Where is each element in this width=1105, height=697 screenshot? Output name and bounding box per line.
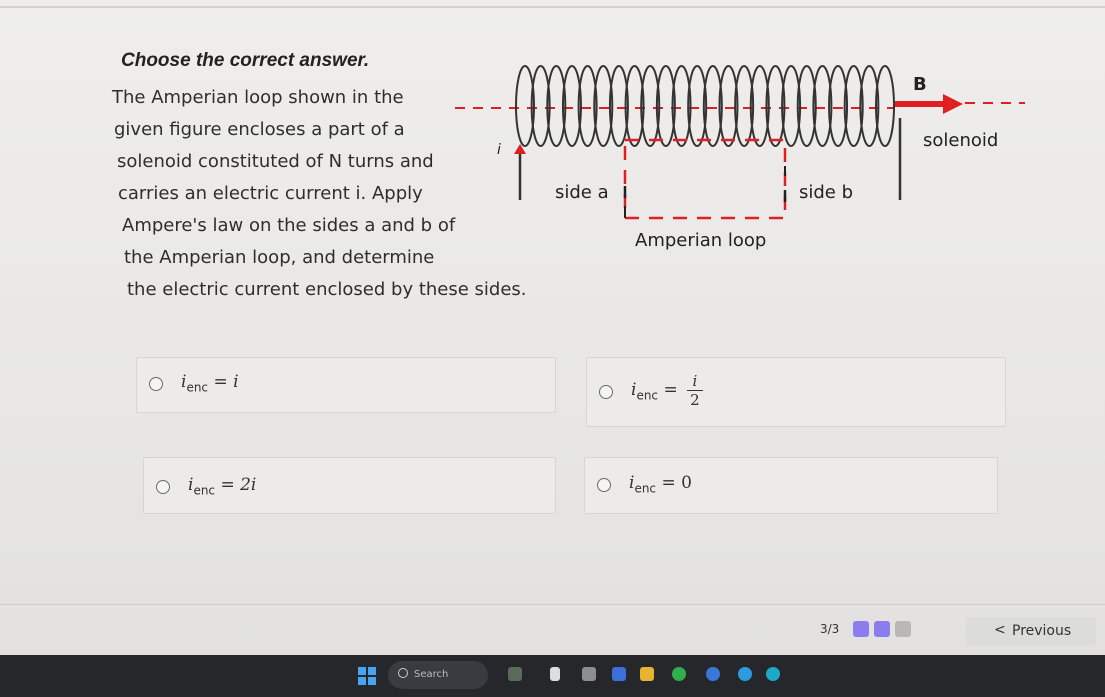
progress-dot — [895, 621, 911, 637]
app-icon[interactable] — [706, 667, 720, 681]
option-1-formula: ienc = i — [181, 372, 239, 395]
solenoid-label: solenoid — [923, 130, 999, 151]
option-4[interactable]: ienc = 0 — [584, 457, 998, 514]
option-3-radio[interactable] — [156, 480, 170, 494]
field-b-label: B — [913, 74, 927, 95]
amperian-loop — [623, 138, 787, 220]
footer-divider — [0, 604, 1105, 605]
chevron-left-icon: < — [994, 622, 1006, 638]
current-label: i — [497, 142, 501, 158]
previous-button[interactable]: < Previous — [966, 617, 1096, 645]
amperian-loop-label: Amperian loop — [635, 230, 767, 251]
windows-start-icon[interactable] — [358, 667, 376, 685]
option-2-radio[interactable] — [599, 385, 613, 399]
option-1-radio[interactable] — [149, 377, 163, 391]
folder-icon[interactable] — [640, 667, 654, 681]
option-4-formula: ienc = 0 — [629, 473, 692, 496]
solenoid-coil — [515, 65, 895, 147]
widget-icon[interactable] — [508, 667, 522, 681]
search-placeholder: Search — [414, 669, 449, 680]
question-title: Choose the correct answer. — [121, 50, 370, 71]
taskbar: Search — [0, 655, 1105, 697]
option-2[interactable]: ienc = i2 — [586, 357, 1006, 427]
previous-button-label: Previous — [1012, 623, 1072, 639]
side-b-label: side b — [799, 182, 854, 203]
top-divider — [0, 6, 1105, 8]
solenoid-figure: B solenoid i side a side b Amperian loop — [455, 58, 1045, 258]
quiz-page: Choose the correct answer. The Amperian … — [0, 0, 1105, 655]
b-arrow-head — [943, 94, 963, 114]
solenoid-diagram — [455, 65, 1025, 220]
progress-dot — [853, 621, 869, 637]
app-icon[interactable] — [582, 667, 596, 681]
app-icon[interactable] — [672, 667, 686, 681]
progress-dot — [874, 621, 890, 637]
side-a-label: side a — [555, 182, 609, 203]
browser-icon[interactable] — [766, 667, 780, 681]
option-2-formula: ienc = i2 — [631, 372, 703, 409]
taskbar-search-input[interactable]: Search — [388, 661, 488, 689]
app-icon[interactable] — [738, 667, 752, 681]
store-icon[interactable] — [612, 667, 626, 681]
option-1[interactable]: ienc = i — [136, 357, 556, 413]
question-line: the electric current enclosed by these s… — [127, 279, 527, 300]
option-3[interactable]: ienc = 2i — [143, 457, 556, 514]
task-view-icon[interactable] — [550, 667, 560, 681]
progress-text: 3/3 — [820, 622, 840, 636]
option-4-radio[interactable] — [597, 478, 611, 492]
option-3-formula: ienc = 2i — [188, 475, 257, 498]
search-icon — [398, 668, 408, 678]
